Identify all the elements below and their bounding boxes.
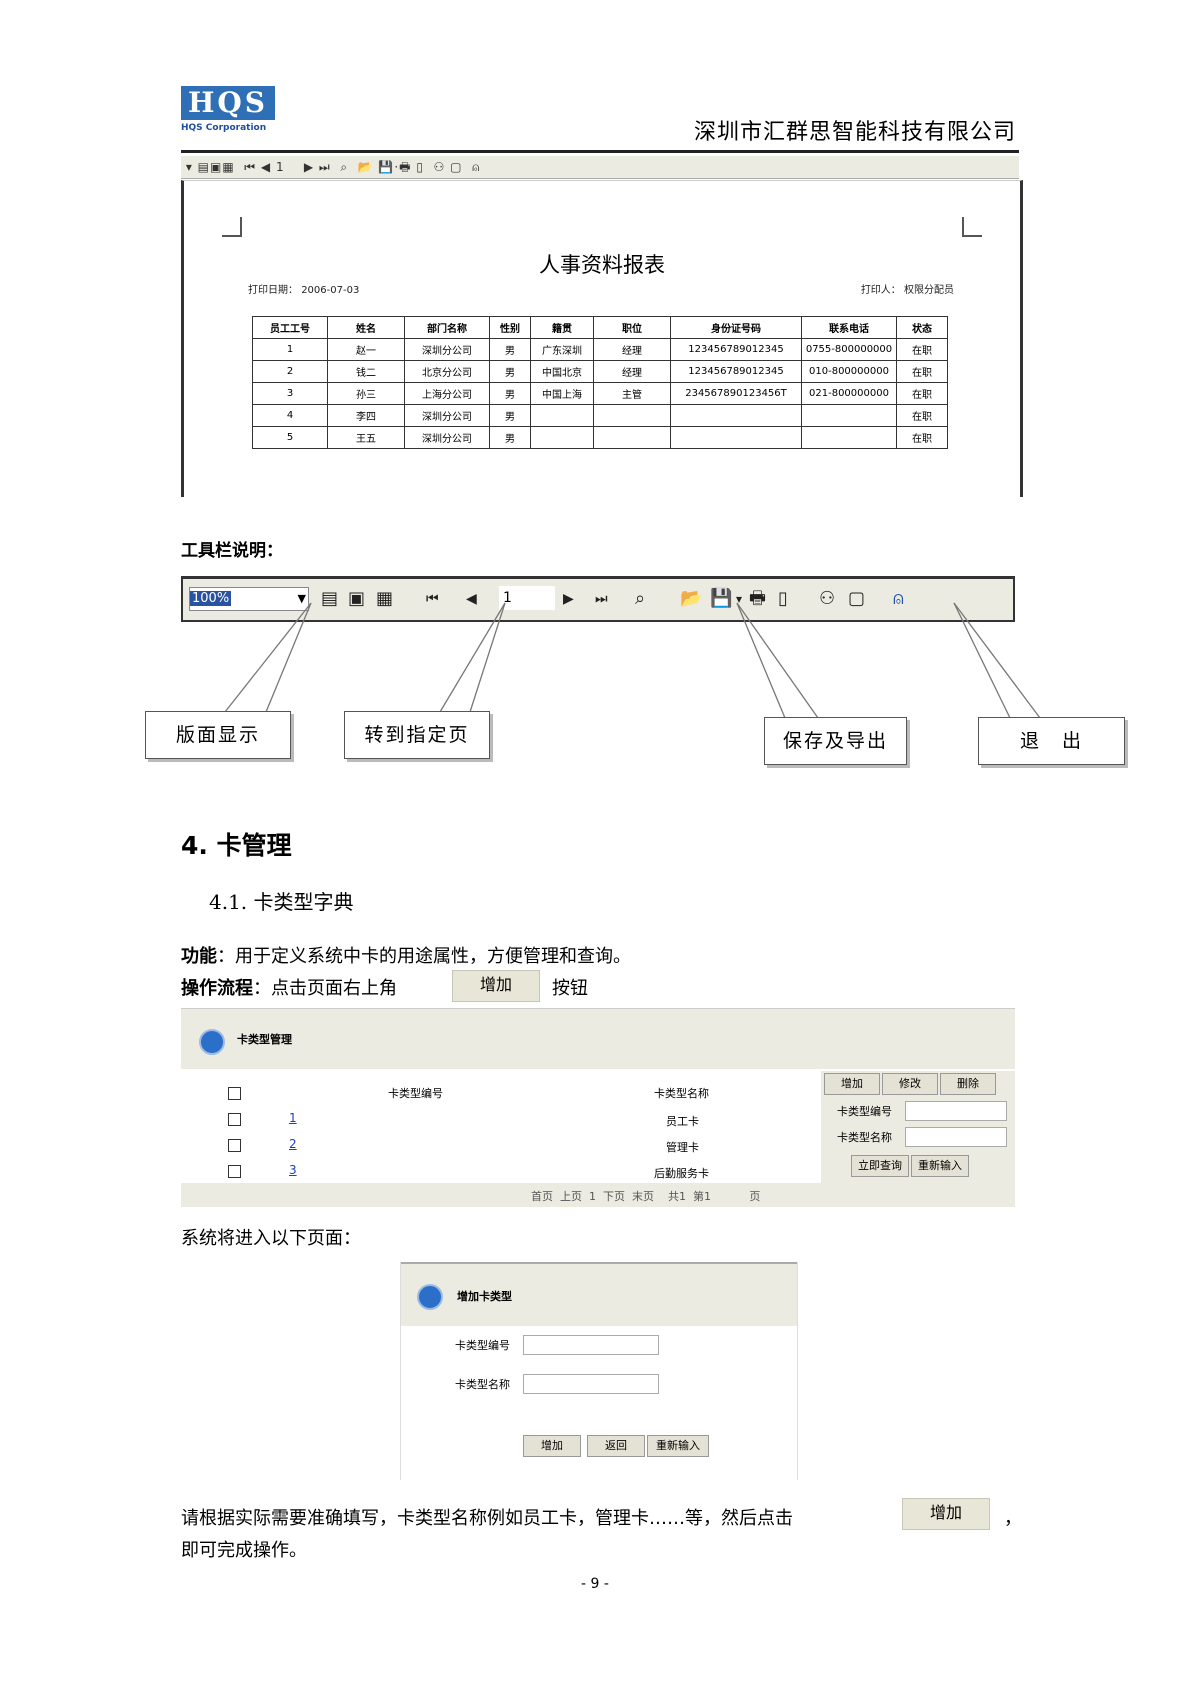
callout-layout: 版面显示 (145, 711, 291, 759)
query-button[interactable]: 立即查询 (851, 1155, 909, 1177)
panel-header: 卡类型管理 (181, 1009, 1015, 1069)
row-name: 后勤服务卡 (654, 1167, 709, 1180)
next-page-text: 系统将进入以下页面： (181, 1228, 361, 1249)
panel-title: 卡类型管理 (237, 1033, 292, 1046)
globe-icon (417, 1284, 443, 1310)
col-header-code: 卡类型编号 (388, 1087, 443, 1100)
dialog-header: 增加卡类型 (401, 1262, 797, 1326)
col-header-name: 卡类型名称 (654, 1087, 709, 1100)
code-label: 卡类型编号 (837, 1105, 892, 1118)
pager-text: 首页 上页 1 下页 末页 共1 第1 页 (531, 1190, 761, 1203)
name-label: 卡类型名称 (455, 1378, 510, 1391)
section-heading: 4. 卡管理 (181, 831, 292, 860)
add-button[interactable]: 增加 (523, 1435, 581, 1457)
row-code-link[interactable]: 3 (289, 1163, 297, 1177)
page-number: - 9 - (581, 1576, 609, 1592)
name-input[interactable] (905, 1127, 1007, 1147)
row-checkbox[interactable] (228, 1113, 241, 1126)
reset-button[interactable]: 重新输入 (647, 1435, 709, 1457)
final-comma: ， (1004, 1508, 1022, 1529)
add-button-image: 增加 (902, 1498, 990, 1530)
row-checkbox[interactable] (228, 1165, 241, 1178)
add-card-type-panel: 增加卡类型 卡类型编号 卡类型名称 增加 返回 重新输入 (400, 1262, 798, 1480)
add-button-image: 增加 (452, 970, 540, 1002)
name-label: 卡类型名称 (837, 1131, 892, 1144)
final-instruction-tail: 即可完成操作。 (181, 1540, 307, 1561)
edit-button[interactable]: 修改 (882, 1073, 938, 1095)
back-button[interactable]: 返回 (587, 1435, 645, 1457)
delete-button[interactable]: 删除 (940, 1073, 996, 1095)
reset-button[interactable]: 重新输入 (911, 1155, 969, 1177)
globe-icon (199, 1029, 225, 1055)
code-input[interactable] (905, 1101, 1007, 1121)
row-name: 管理卡 (666, 1141, 699, 1154)
callout-goto-page: 转到指定页 (344, 711, 490, 759)
subsection-heading: 4.1. 卡类型字典 (209, 890, 354, 914)
procedure-tail: 按钮 (552, 978, 588, 999)
callout-lines (224, 602, 1041, 719)
procedure-description: 操作流程：点击页面右上角 (181, 978, 397, 999)
row-code-link[interactable]: 2 (289, 1137, 297, 1151)
function-description: 功能：用于定义系统中卡的用途属性，方便管理和查询。 (181, 946, 631, 967)
pager: 首页 上页 1 下页 末页 共1 第1 页 (181, 1183, 1015, 1207)
row-checkbox[interactable] (228, 1139, 241, 1152)
final-instruction: 请根据实际需要准确填写，卡类型名称例如员工卡，管理卡……等，然后点击 (181, 1508, 793, 1529)
row-code-link[interactable]: 1 (289, 1111, 297, 1125)
code-label: 卡类型编号 (455, 1339, 510, 1352)
name-input[interactable] (523, 1374, 659, 1394)
callout-exit: 退 出 (978, 717, 1125, 765)
dialog-title: 增加卡类型 (457, 1290, 512, 1303)
callout-save-export: 保存及导出 (764, 717, 907, 765)
select-all-checkbox[interactable] (228, 1087, 241, 1100)
code-input[interactable] (523, 1335, 659, 1355)
row-name: 员工卡 (666, 1115, 699, 1128)
add-button[interactable]: 增加 (824, 1073, 880, 1095)
card-type-panel: 卡类型管理 卡类型编号 卡类型名称 1 员工卡 2 管理卡 3 后勤服务卡 增加… (181, 1008, 1015, 1209)
